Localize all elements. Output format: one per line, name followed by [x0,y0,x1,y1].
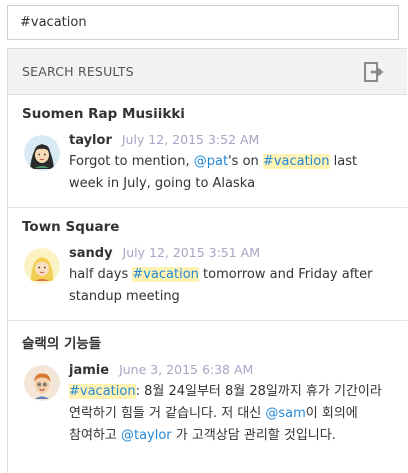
user-avatar[interactable] [24,365,60,401]
search-result-item[interactable]: 슬랙의 기능들 jamie June 3, 2015 6:38 AM #vaca… [8,321,407,459]
post-message: #vacation: 8월 24일부터 8월 28일까지 휴가 기간이라 연락하… [69,381,393,447]
channel-name[interactable]: Suomen Rap Musiikki [22,106,393,122]
hashtag-link[interactable]: #vacation [69,384,136,399]
post-body: jamie June 3, 2015 6:38 AM #vacation: 8월… [69,362,393,447]
user-mention-link[interactable]: @taylor [121,428,172,443]
message-text: 's on [228,154,263,169]
username[interactable]: jamie [69,363,109,378]
post-header: sandy July 12, 2015 3:51 AM [69,245,393,261]
user-avatar[interactable] [24,135,60,171]
timestamp[interactable]: July 12, 2015 3:51 AM [123,245,260,260]
post-message: Forgot to mention, @pat's on #vacation l… [69,151,393,195]
search-results-title: SEARCH RESULTS [22,64,134,79]
user-avatar[interactable] [24,248,60,284]
timestamp[interactable]: July 12, 2015 3:52 AM [122,132,259,147]
post-header: taylor July 12, 2015 3:52 AM [69,132,393,148]
timestamp[interactable]: June 3, 2015 6:38 AM [119,362,253,377]
post-body: taylor July 12, 2015 3:52 AM Forgot to m… [69,132,393,195]
post: sandy July 12, 2015 3:51 AM half days #v… [22,245,393,308]
search-results-header: SEARCH RESULTS [8,49,407,95]
post: jamie June 3, 2015 6:38 AM #vacation: 8월… [22,362,393,447]
message-text: half days [69,267,133,282]
post-message: half days #vacation tomorrow and Friday … [69,264,393,308]
hashtag-link[interactable]: #vacation [262,154,330,169]
search-result-item[interactable]: Suomen Rap Musiikki taylor July 12, 2015… [8,95,407,208]
search-result-item[interactable]: Town Square sandy July 12, 2015 3:51 AM [8,208,407,321]
username[interactable]: sandy [69,246,113,261]
search-results-panel: SEARCH RESULTS Suomen Rap Musiikki taylo… [7,48,407,473]
channel-name[interactable]: 슬랙의 기능들 [22,332,393,352]
hashtag-link[interactable]: #vacation [132,267,199,282]
search-box[interactable] [7,5,399,40]
user-mention-link[interactable]: @pat [194,154,228,169]
username[interactable]: taylor [69,133,112,148]
user-mention-link[interactable]: @sam [265,406,305,421]
post-header: jamie June 3, 2015 6:38 AM [69,362,393,378]
search-input[interactable] [20,15,386,30]
expand-sidebar-icon[interactable] [363,60,387,84]
channel-name[interactable]: Town Square [22,219,393,235]
message-text: Forgot to mention, [69,154,194,169]
post-body: sandy July 12, 2015 3:51 AM half days #v… [69,245,393,308]
post: taylor July 12, 2015 3:52 AM Forgot to m… [22,132,393,195]
message-text: 가 고객상담 관리할 것입니다. [171,428,336,443]
